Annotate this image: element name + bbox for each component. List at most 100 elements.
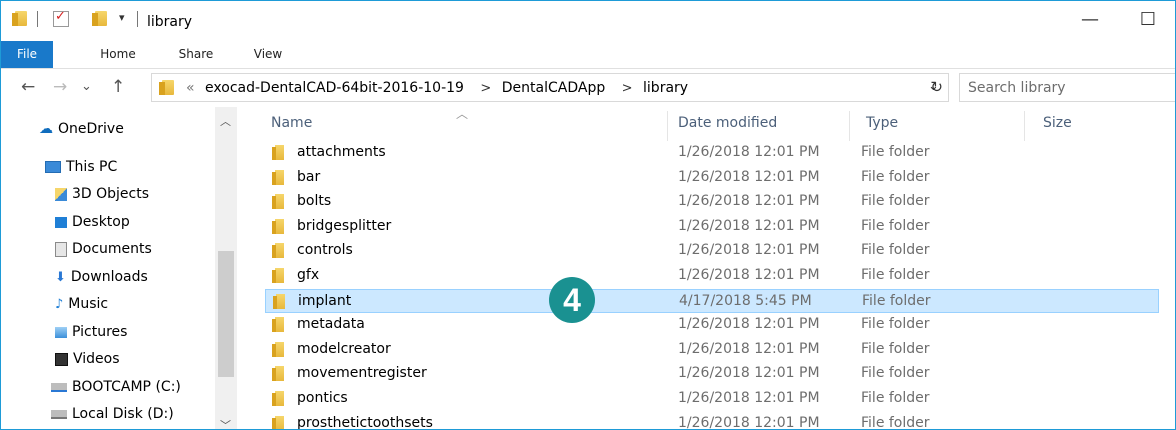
file-date-modified: 1/26/2018 12:01 PM xyxy=(678,390,820,406)
drive-icon xyxy=(51,382,67,392)
breadcrumb-item[interactable]: library xyxy=(643,80,688,96)
file-type: File folder xyxy=(861,365,930,382)
3d-objects-icon xyxy=(55,187,67,201)
nav-label: OneDrive xyxy=(58,121,124,137)
nav-item-downloads[interactable]: ⬇ Downloads xyxy=(55,269,148,285)
file-date-modified: 1/26/2018 12:01 PM xyxy=(678,267,820,283)
file-date-modified: 1/26/2018 12:01 PM xyxy=(678,414,820,430)
table-row[interactable]: metadata 1/26/2018 12:01 PM File folder xyxy=(265,313,1159,337)
folder-icon xyxy=(272,243,284,259)
minimize-button[interactable]: — xyxy=(1067,5,1113,35)
tab-file[interactable]: File xyxy=(1,41,53,68)
nav-item-documents[interactable]: Documents xyxy=(55,241,152,257)
column-header-size[interactable]: Size xyxy=(1043,115,1072,131)
file-date-modified: 1/26/2018 12:01 PM xyxy=(678,242,820,259)
column-header-date[interactable]: Date modified xyxy=(678,115,777,131)
folder-icon xyxy=(159,80,174,95)
folder-icon xyxy=(272,194,284,210)
new-folder-icon[interactable] xyxy=(92,11,107,26)
nav-item-onedrive[interactable]: ☁ OneDrive xyxy=(39,121,124,137)
forward-button[interactable]: → xyxy=(53,77,67,97)
cloud-icon: ☁ xyxy=(39,121,53,137)
table-row[interactable]: attachments 1/26/2018 12:01 PM File folder xyxy=(265,141,1159,165)
file-date-modified: 4/17/2018 5:45 PM xyxy=(679,292,812,309)
overflow-icon[interactable]: « xyxy=(186,80,195,96)
column-header-type[interactable]: Type xyxy=(866,115,898,131)
nav-item-this-pc[interactable]: This PC xyxy=(45,159,117,175)
table-row[interactable]: bolts 1/26/2018 12:01 PM File folder xyxy=(265,190,1159,214)
tab-share[interactable]: Share xyxy=(169,41,223,68)
column-divider[interactable] xyxy=(849,111,850,141)
file-type: File folder xyxy=(861,193,930,210)
column-header-name[interactable]: Name xyxy=(271,115,312,131)
folder-icon xyxy=(272,169,284,185)
computer-icon xyxy=(45,161,61,173)
file-name: bridgesplitter xyxy=(297,217,392,234)
nav-item-videos[interactable]: Videos xyxy=(55,351,120,367)
maximize-button[interactable]: ☐ xyxy=(1125,5,1171,35)
chevron-right-icon[interactable]: > xyxy=(480,81,491,96)
file-type: File folder xyxy=(861,390,930,406)
properties-icon[interactable] xyxy=(53,9,69,27)
file-date-modified: 1/26/2018 12:01 PM xyxy=(678,316,820,333)
table-row[interactable]: movementregister 1/26/2018 12:01 PM File f… xyxy=(265,362,1159,386)
chevron-right-icon[interactable]: > xyxy=(622,81,633,96)
nav-label: Local Disk (D:) xyxy=(72,406,174,422)
music-icon: ♪ xyxy=(55,296,64,312)
step-number-badge: 4 xyxy=(549,277,595,323)
window-title: library xyxy=(147,14,193,30)
title-bar: ▾ library — ☐ xyxy=(1,1,1175,41)
file-date-modified: 1/26/2018 12:01 PM xyxy=(678,144,820,160)
table-row[interactable]: bar 1/26/2018 12:01 PM File folder xyxy=(265,166,1159,190)
nav-item-pictures[interactable]: Pictures xyxy=(55,324,127,340)
recent-locations-button[interactable]: ⌄ xyxy=(81,79,92,94)
nav-item-desktop[interactable]: Desktop xyxy=(55,214,130,230)
scrollbar-thumb[interactable] xyxy=(218,251,234,377)
file-name: bolts xyxy=(297,193,332,210)
divider xyxy=(37,11,38,27)
column-divider[interactable] xyxy=(1024,111,1025,141)
table-row[interactable]: implant 4/17/2018 5:45 PM File folder xyxy=(265,288,1159,313)
scroll-up-icon[interactable]: ︿ xyxy=(220,113,231,129)
table-row[interactable]: pontics 1/26/2018 12:01 PM File folder xyxy=(265,387,1159,411)
refresh-icon[interactable]: ↻ xyxy=(930,78,943,96)
file-type: File folder xyxy=(861,267,930,283)
file-name: implant xyxy=(298,292,352,309)
folder-icon xyxy=(272,145,284,160)
table-row[interactable]: gfx 1/26/2018 12:01 PM File folder xyxy=(265,264,1159,288)
tab-home[interactable]: Home xyxy=(91,41,145,68)
nav-label: Documents xyxy=(72,241,152,257)
nav-label: 3D Objects xyxy=(72,186,150,202)
table-row[interactable]: modelcreator 1/26/2018 12:01 PM File folde… xyxy=(265,338,1159,362)
table-row[interactable]: bridgesplitter 1/26/2018 12:01 PM File fol… xyxy=(265,215,1159,239)
nav-item-music[interactable]: ♪ Music xyxy=(55,296,108,312)
divider xyxy=(137,11,138,27)
nav-item-bootcamp[interactable]: BOOTCAMP (C:) xyxy=(51,379,181,395)
table-row[interactable]: controls 1/26/2018 12:01 PM File folder xyxy=(265,239,1159,263)
breadcrumb-item[interactable]: DentalCADApp xyxy=(502,80,605,96)
desktop-icon xyxy=(55,216,67,228)
file-type: File folder xyxy=(861,217,930,234)
nav-label: This PC xyxy=(66,159,118,175)
search-input[interactable]: Search library xyxy=(959,73,1175,102)
table-row[interactable]: prosthetictoothsets 1/26/2018 12:01 PM Fil… xyxy=(265,412,1159,430)
address-bar[interactable]: « exocad-DentalCAD-64bit-2016-10-19 > De… xyxy=(151,73,949,102)
up-button[interactable]: ↑ xyxy=(111,77,125,97)
back-button[interactable]: ← xyxy=(21,77,35,97)
navigation-scrollbar[interactable]: ︿ ﹀ xyxy=(215,107,237,429)
file-type: File folder xyxy=(861,144,930,160)
file-list: Name ︿ Date modified Type Size attachmen… xyxy=(241,107,1175,430)
file-name: metadata xyxy=(297,316,365,333)
nav-item-local-disk[interactable]: Local Disk (D:) xyxy=(51,406,174,422)
file-date-modified: 1/26/2018 12:01 PM xyxy=(678,168,820,185)
column-divider[interactable] xyxy=(667,111,668,141)
breadcrumb-item[interactable]: exocad-DentalCAD-64bit-2016-10-19 xyxy=(205,80,464,96)
nav-item-3d-objects[interactable]: 3D Objects xyxy=(55,186,149,202)
customize-toolbar-icon[interactable]: ▾ xyxy=(119,11,125,24)
scroll-down-icon[interactable]: ﹀ xyxy=(220,417,231,429)
tab-view[interactable]: View xyxy=(243,41,293,68)
file-type: File folder xyxy=(861,242,930,259)
ribbon-tabs: File Home Share View xyxy=(1,41,1175,69)
file-type: File folder xyxy=(861,168,930,185)
folder-icon xyxy=(272,391,284,406)
